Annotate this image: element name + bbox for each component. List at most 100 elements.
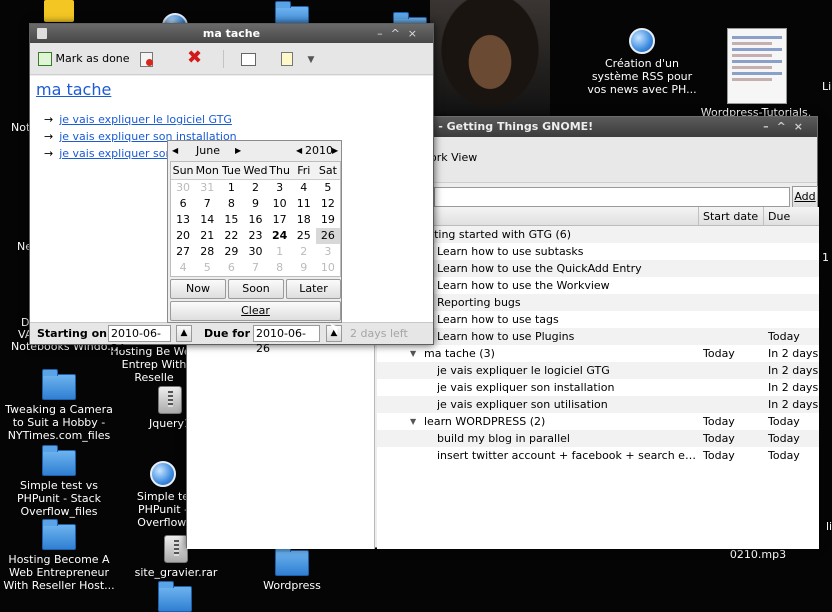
calendar-day[interactable]: 1 bbox=[219, 180, 243, 196]
calendar-day[interactable]: 23 bbox=[243, 228, 267, 244]
task-row[interactable]: Learn how to use the QuickAdd Entry bbox=[377, 260, 819, 277]
task-row[interactable]: Reporting bugs bbox=[377, 294, 819, 311]
archive-icon bbox=[164, 535, 188, 563]
previous-year-icon[interactable]: ◀ bbox=[296, 141, 302, 160]
calendar-day[interactable]: 17 bbox=[268, 212, 292, 228]
selected-day[interactable]: 26 bbox=[315, 228, 340, 244]
calendar-day[interactable]: 24 bbox=[268, 228, 292, 244]
calendar-week-row: 6 7 8 9 10 11 12 bbox=[171, 196, 340, 212]
bird-app-icon[interactable] bbox=[44, 0, 74, 22]
desktop-icon-wordpress[interactable]: Wordpress bbox=[236, 545, 348, 592]
calendar-day[interactable]: 22 bbox=[219, 228, 243, 244]
calendar-day[interactable]: 11 bbox=[292, 196, 316, 212]
subtask-link[interactable]: je vais expliquer le logiciel GTG bbox=[59, 113, 232, 126]
calendar-day[interactable]: 8 bbox=[219, 196, 243, 212]
calendar-day[interactable]: 6 bbox=[219, 260, 243, 276]
window-controls[interactable]: –^× bbox=[763, 117, 811, 137]
calendar-weekday-row: Sun Mon Tue Wed Thu Fri Sat bbox=[171, 162, 340, 180]
due-column-header[interactable]: Due bbox=[768, 210, 790, 223]
task-row[interactable]: etting started with GTG (6) bbox=[377, 226, 819, 243]
calendar-day[interactable]: 3 bbox=[316, 244, 340, 260]
calendar-day[interactable]: 12 bbox=[316, 196, 340, 212]
subtask-link[interactable]: je vais expliquer son u bbox=[59, 147, 183, 160]
task-row[interactable]: ▼ learn WORDPRESS (2) Today Today bbox=[377, 413, 819, 430]
task-row[interactable]: Learn how to use subtasks bbox=[377, 243, 819, 260]
calendar-day[interactable]: 7 bbox=[243, 260, 267, 276]
task-row[interactable]: Learn how to use the Workview bbox=[377, 277, 819, 294]
task-row[interactable]: je vais expliquer son installation In 2 d… bbox=[377, 379, 819, 396]
insert-subtask-button[interactable] bbox=[241, 50, 256, 68]
task-title[interactable]: ma tache bbox=[36, 80, 111, 99]
calendar-day[interactable]: 25 bbox=[292, 228, 316, 244]
now-button[interactable]: Now bbox=[170, 279, 226, 299]
calendar-day[interactable]: 18 bbox=[292, 212, 316, 228]
desktop-icon-rss-article[interactable]: Création d'un système RSS pour vos news … bbox=[586, 28, 698, 96]
next-month-icon[interactable]: ▶ bbox=[235, 141, 241, 160]
calendar-day[interactable]: 3 bbox=[268, 180, 292, 196]
calendar-day[interactable]: 8 bbox=[268, 260, 292, 276]
calendar-day[interactable]: 13 bbox=[171, 212, 195, 228]
calendar-day[interactable]: 16 bbox=[243, 212, 267, 228]
start-date-calendar-button[interactable]: ▲ bbox=[176, 325, 192, 342]
task-row[interactable]: build my blog in parallel Today Today bbox=[377, 430, 819, 447]
calendar-day[interactable]: 31 bbox=[195, 180, 219, 196]
due-date-field[interactable]: 2010-06-26 bbox=[253, 325, 320, 355]
editor-titlebar[interactable]: ma tache –^× bbox=[30, 24, 433, 43]
task-row[interactable]: je vais expliquer son utilisation In 2 da… bbox=[377, 396, 819, 413]
task-row[interactable]: ▼ ma tache (3) Today In 2 days bbox=[377, 345, 819, 362]
calendar-day[interactable]: 9 bbox=[243, 196, 267, 212]
calendar-day[interactable]: 21 bbox=[195, 228, 219, 244]
calendar-day[interactable]: 28 bbox=[195, 244, 219, 260]
calendar-day[interactable]: 19 bbox=[316, 212, 340, 228]
desktop-icon-simple-test[interactable]: Simple test vs PHPunit - Stack Overflow_… bbox=[3, 445, 115, 518]
desktop-icon-tweaking-camera[interactable]: Tweaking a Camera to Suit a Hobby - NYTi… bbox=[3, 369, 115, 442]
calendar-day[interactable]: 10 bbox=[316, 260, 340, 276]
work-view-toggle[interactable]: ork View bbox=[430, 151, 477, 164]
calendar-day[interactable]: 30 bbox=[171, 180, 195, 196]
chevron-down-icon[interactable]: ▼ bbox=[308, 55, 315, 65]
dismiss-button[interactable] bbox=[140, 50, 153, 68]
calendar-day[interactable]: 27 bbox=[171, 244, 195, 260]
previous-month-icon[interactable]: ◀ bbox=[172, 141, 178, 160]
add-note-button[interactable]: ▼ bbox=[281, 50, 314, 68]
clear-button[interactable]: Clear bbox=[170, 301, 341, 321]
task-due-date: Today bbox=[768, 330, 800, 343]
calendar-day[interactable]: 20 bbox=[171, 228, 195, 244]
start-date-field[interactable]: 2010-06-24 bbox=[108, 325, 171, 355]
expander-icon[interactable]: ▼ bbox=[410, 345, 416, 362]
calendar-day[interactable]: 6 bbox=[171, 196, 195, 212]
next-year-icon[interactable]: ▶ bbox=[332, 141, 338, 160]
calendar-day[interactable]: 2 bbox=[292, 244, 316, 260]
calendar-day[interactable]: 1 bbox=[268, 244, 292, 260]
quickadd-input[interactable] bbox=[434, 187, 790, 207]
calendar-day[interactable]: 5 bbox=[195, 260, 219, 276]
calendar-day[interactable]: 10 bbox=[268, 196, 292, 212]
desktop-icon-mp3[interactable]: 0210.mp3 bbox=[702, 548, 814, 561]
desktop-icon-hosting[interactable]: Hosting Become A Web Entrepreneur With R… bbox=[3, 519, 115, 592]
soon-button[interactable]: Soon bbox=[228, 279, 284, 299]
task-row[interactable]: insert twitter account + facebook + sear… bbox=[377, 447, 819, 464]
calendar-day[interactable]: 30 bbox=[243, 244, 267, 260]
calendar-day[interactable]: 4 bbox=[171, 260, 195, 276]
calendar-day[interactable]: 14 bbox=[195, 212, 219, 228]
document-thumbnail-icon[interactable] bbox=[727, 28, 787, 104]
task-row[interactable]: Learn how to use tags bbox=[377, 311, 819, 328]
calendar-day[interactable]: 29 bbox=[219, 244, 243, 260]
task-row[interactable]: Learn how to use Plugins Today bbox=[377, 328, 819, 345]
add-button[interactable]: Add bbox=[792, 186, 818, 208]
later-button[interactable]: Later bbox=[286, 279, 341, 299]
window-controls[interactable]: –^× bbox=[377, 24, 425, 43]
expander-icon[interactable]: ▼ bbox=[410, 413, 416, 430]
calendar-day[interactable]: 15 bbox=[219, 212, 243, 228]
calendar-day[interactable]: 7 bbox=[195, 196, 219, 212]
folder-icon[interactable] bbox=[158, 581, 192, 612]
start-date-column-header[interactable]: Start date bbox=[703, 210, 758, 223]
calendar-day[interactable]: 2 bbox=[243, 180, 267, 196]
calendar-day[interactable]: 4 bbox=[292, 180, 316, 196]
task-title: etting started with GTG (6) bbox=[423, 228, 572, 241]
task-row[interactable]: je vais expliquer le logiciel GTG In 2 da… bbox=[377, 362, 819, 379]
mark-as-done-button[interactable]: Mark as done bbox=[38, 50, 130, 68]
delete-button[interactable]: ✖ bbox=[187, 49, 202, 68]
calendar-day[interactable]: 9 bbox=[292, 260, 316, 276]
calendar-day[interactable]: 5 bbox=[316, 180, 340, 196]
